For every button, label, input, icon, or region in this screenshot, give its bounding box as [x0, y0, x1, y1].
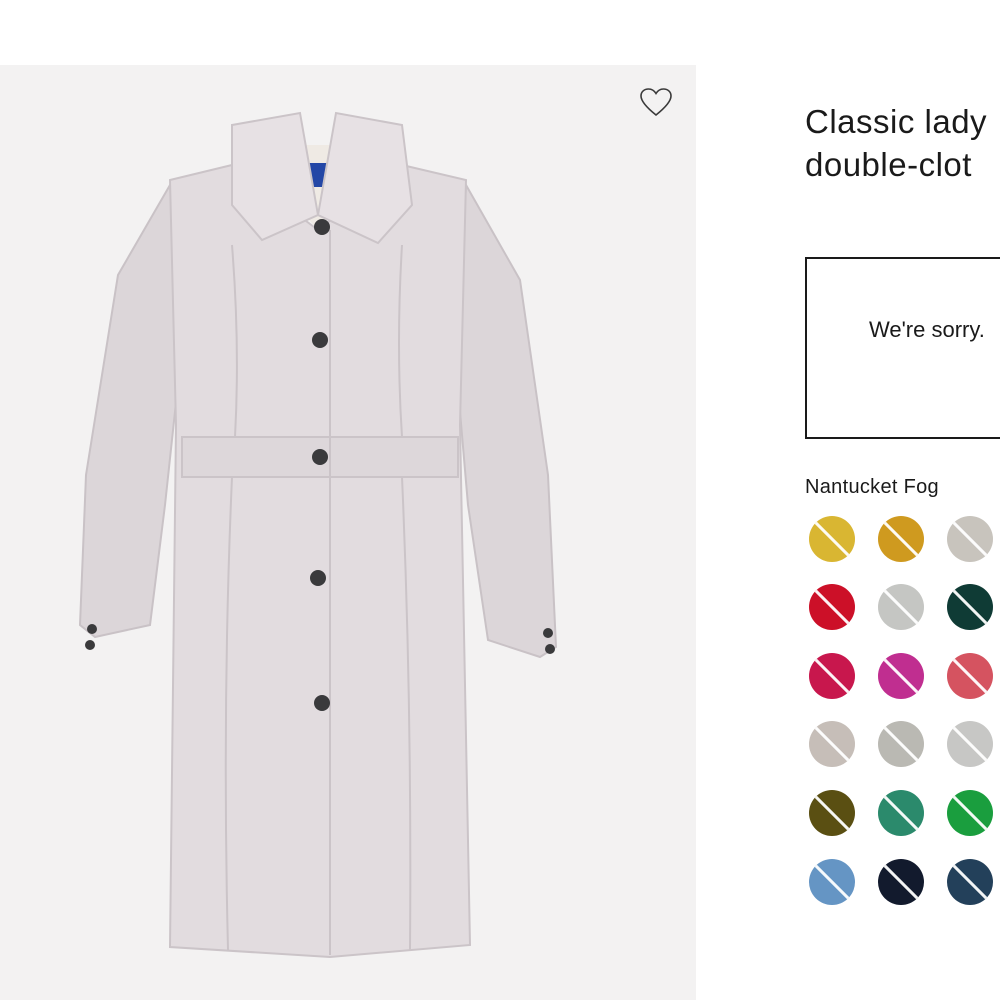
color-swatch[interactable]: [878, 584, 924, 630]
product-title-line-1: Classic lady: [805, 103, 988, 140]
color-swatch[interactable]: [947, 721, 993, 767]
color-swatch[interactable]: [809, 516, 855, 562]
color-swatch[interactable]: [947, 859, 993, 905]
color-swatch[interactable]: [947, 516, 993, 562]
color-swatch[interactable]: [947, 584, 993, 630]
coat-image: [78, 111, 558, 959]
selected-color-label: Nantucket Fog: [805, 476, 939, 498]
color-swatch[interactable]: [947, 790, 993, 836]
color-swatch[interactable]: [878, 859, 924, 905]
favorite-button[interactable]: [636, 84, 676, 120]
heart-outline-icon: [640, 88, 672, 117]
color-swatch[interactable]: [809, 653, 855, 699]
color-swatch[interactable]: [809, 721, 855, 767]
product-image-panel[interactable]: [0, 65, 696, 1000]
product-info-panel: Classic lady double-clot We're sorry. Na…: [805, 100, 1000, 1000]
color-swatch[interactable]: [878, 653, 924, 699]
color-swatch[interactable]: [878, 790, 924, 836]
product-title-line-2: double-clot: [805, 146, 972, 183]
availability-message: We're sorry.: [869, 317, 985, 342]
color-swatch[interactable]: [878, 516, 924, 562]
color-swatch[interactable]: [809, 790, 855, 836]
color-swatch[interactable]: [809, 584, 855, 630]
color-swatch[interactable]: [947, 653, 993, 699]
color-swatch[interactable]: [809, 859, 855, 905]
availability-notice: We're sorry.: [805, 257, 1000, 439]
color-swatch[interactable]: [878, 721, 924, 767]
product-title: Classic lady double-clot: [805, 100, 1000, 186]
